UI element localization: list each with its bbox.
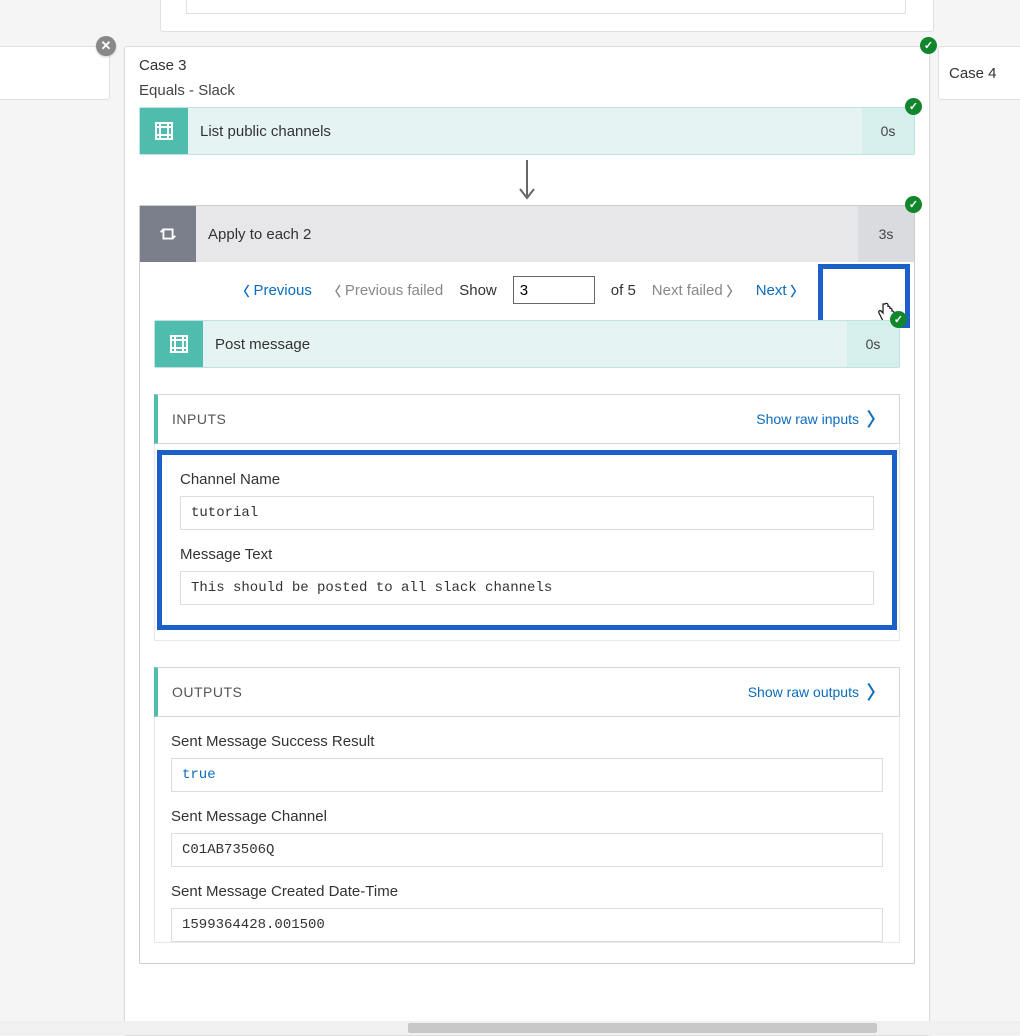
show-label: Show xyxy=(459,282,497,299)
created-dt-value: 1599364428.001500 xyxy=(171,908,883,942)
chevron-right-icon: 〉 xyxy=(867,679,885,705)
slack-icon xyxy=(140,108,188,154)
message-text-label: Message Text xyxy=(180,546,874,563)
case-peek-left[interactable] xyxy=(0,46,110,100)
next-button[interactable]: Next 〉 xyxy=(756,281,818,300)
created-dt-label: Sent Message Created Date-Time xyxy=(171,883,883,900)
slack-icon xyxy=(155,321,203,367)
apply-to-each-header[interactable]: Apply to each 2 3s xyxy=(140,206,914,262)
outputs-header: OUTPUTS Show raw outputs 〉 xyxy=(154,667,900,717)
previous-button[interactable]: 〈 Previous xyxy=(236,281,311,300)
step-name: List public channels xyxy=(188,108,862,154)
chevron-left-icon: 〈 xyxy=(236,281,249,300)
previous-card-inner-edge xyxy=(186,0,906,14)
message-text-value: This should be posted to all slack chann… xyxy=(180,571,874,605)
apply-to-each-time: 3s xyxy=(858,206,914,262)
case-title: Case 3 xyxy=(125,47,929,82)
check-icon xyxy=(905,196,922,213)
loop-icon xyxy=(140,206,196,262)
outputs-label: OUTPUTS xyxy=(172,684,748,700)
step-list-public-channels[interactable]: List public channels 0s xyxy=(139,107,915,155)
inputs-label: INPUTS xyxy=(172,411,756,427)
inputs-header: INPUTS Show raw inputs 〉 xyxy=(154,394,900,444)
check-icon xyxy=(890,311,907,328)
show-raw-outputs-link[interactable]: Show raw outputs 〉 xyxy=(748,679,885,705)
horizontal-scrollbar[interactable] xyxy=(0,1021,1020,1035)
case-subtitle: Equals - Slack xyxy=(125,82,929,107)
chevron-right-icon: 〉 xyxy=(867,406,885,432)
success-value: true xyxy=(171,758,883,792)
step-post-message[interactable]: Post message 0s xyxy=(154,320,900,368)
success-label: Sent Message Success Result xyxy=(171,733,883,750)
step-time: 0s xyxy=(847,321,899,367)
apply-to-each-name: Apply to each 2 xyxy=(196,206,858,262)
channel-name-value: tutorial xyxy=(180,496,874,530)
highlight-inputs: Channel Name tutorial Message Text This … xyxy=(157,450,897,630)
previous-failed-button[interactable]: 〈 Previous failed xyxy=(328,281,443,300)
channel-name-label: Channel Name xyxy=(180,471,874,488)
next-failed-button[interactable]: Next failed 〉 xyxy=(652,281,740,300)
of-label: of 5 xyxy=(611,282,636,299)
chevron-left-icon: 〈 xyxy=(328,281,341,300)
iteration-input[interactable] xyxy=(513,276,595,304)
scrollbar-thumb[interactable] xyxy=(408,1023,877,1033)
show-raw-inputs-link[interactable]: Show raw inputs 〉 xyxy=(756,406,885,432)
channel-label: Sent Message Channel xyxy=(171,808,883,825)
inputs-body: Channel Name tutorial Message Text This … xyxy=(154,444,900,641)
case-card: Case 3 Equals - Slack List public channe… xyxy=(124,46,930,1036)
step-time: 0s xyxy=(862,108,914,154)
channel-value: C01AB73506Q xyxy=(171,833,883,867)
apply-to-each-card: Apply to each 2 3s 〈 Previous 〈 Previous… xyxy=(139,205,915,964)
close-icon[interactable]: ✕ xyxy=(96,36,116,56)
check-icon xyxy=(920,37,937,54)
case-peek-right[interactable]: Case 4 xyxy=(938,46,1020,100)
step-name: Post message xyxy=(203,321,847,367)
arrow-down-icon xyxy=(125,155,929,205)
case4-label: Case 4 xyxy=(949,65,997,82)
iteration-pager: 〈 Previous 〈 Previous failed Show of 5 N… xyxy=(140,262,914,316)
outputs-body: Sent Message Success Result true Sent Me… xyxy=(154,717,900,943)
check-icon xyxy=(905,98,922,115)
chevron-right-icon: 〉 xyxy=(727,281,740,300)
chevron-right-icon: 〉 xyxy=(791,281,804,300)
